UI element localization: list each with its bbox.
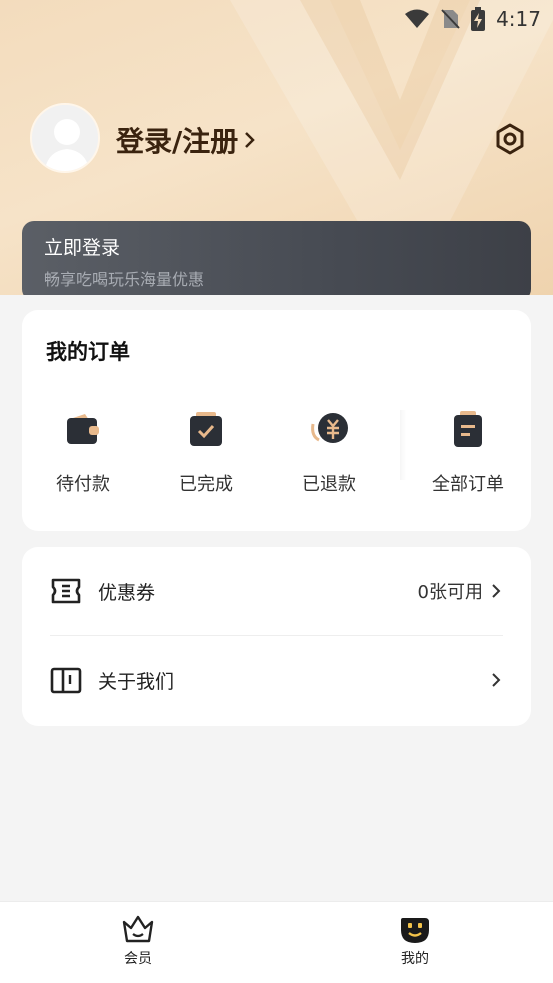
coupon-label: 优惠券 [98, 581, 156, 604]
about-us-row[interactable]: 关于我们 [22, 636, 531, 724]
menu-card: 优惠券 0张可用 关于我们 [22, 547, 531, 726]
order-label-refunded: 已退款 [302, 474, 356, 495]
clipboard-icon [454, 411, 482, 447]
login-banner[interactable]: 立即登录 畅享吃喝玩乐海量优惠 [22, 221, 531, 295]
smiley-icon [401, 918, 429, 943]
login-banner-title: 立即登录 [44, 237, 121, 259]
about-us-label: 关于我们 [98, 670, 175, 693]
order-all[interactable]: 全部订单 [413, 410, 523, 496]
tab-mine[interactable]: 我的 [375, 914, 455, 968]
tab-mine-label: 我的 [401, 951, 429, 967]
order-refunded[interactable]: 已退款 [274, 410, 384, 496]
settings-hexagon-icon [496, 123, 524, 155]
crown-icon [122, 915, 154, 943]
status-bar: 4:17 [0, 0, 553, 38]
coupon-count: 0张可用 [417, 582, 483, 603]
wallet-icon [67, 414, 99, 444]
battery-charging-icon [470, 7, 486, 31]
profile-header: 4:17 登录/注册 立即登录 畅享吃喝玩乐海量优惠 [0, 0, 553, 295]
book-icon [50, 667, 82, 694]
chevron-right-icon [492, 673, 501, 687]
order-completed[interactable]: 已完成 [151, 410, 261, 496]
refund-yuan-icon [311, 413, 348, 443]
check-box-icon [190, 412, 222, 446]
login-banner-subtitle: 畅享吃喝玩乐海量优惠 [44, 270, 205, 289]
my-orders-card: 我的订单 待付款 已完成 已退款 全部订单 [22, 310, 531, 531]
login-register-label: 登录/注册 [116, 125, 239, 158]
bottom-tab-bar: 会员 我的 [0, 901, 553, 983]
tab-member[interactable]: 会员 [98, 914, 178, 968]
chevron-right-icon [492, 584, 501, 598]
coupon-row[interactable]: 优惠券 0张可用 [22, 547, 531, 635]
ticket-icon [51, 578, 81, 604]
order-label-completed: 已完成 [179, 474, 233, 495]
order-pending-payment[interactable]: 待付款 [28, 410, 138, 496]
login-register-link[interactable]: 登录/注册 [116, 120, 256, 160]
order-label-pending: 待付款 [56, 474, 110, 495]
wifi-icon [404, 9, 430, 29]
status-time: 4:17 [496, 7, 541, 31]
avatar[interactable] [30, 103, 100, 173]
tab-member-label: 会员 [124, 951, 152, 967]
settings-button[interactable] [494, 123, 526, 155]
chevron-right-icon [245, 132, 256, 148]
no-sim-icon [440, 8, 460, 30]
order-divider [400, 410, 406, 480]
order-label-all: 全部订单 [432, 474, 504, 495]
orders-title: 我的订单 [46, 340, 130, 364]
